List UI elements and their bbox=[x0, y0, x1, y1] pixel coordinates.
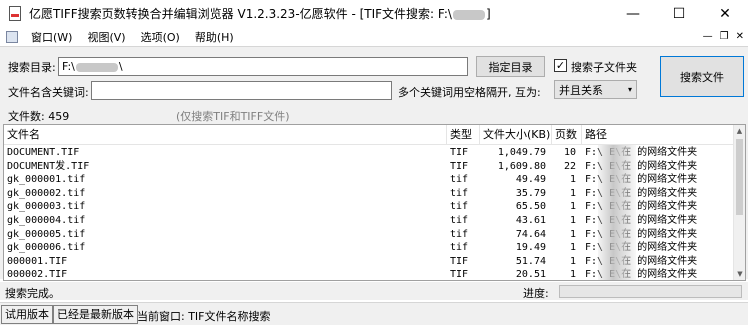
scroll-down-icon[interactable]: ▼ bbox=[734, 268, 745, 280]
redacted-path-blur bbox=[598, 145, 636, 280]
vertical-scrollbar[interactable]: ▲ ▼ bbox=[733, 125, 745, 280]
column-pages[interactable]: 页数 bbox=[552, 125, 582, 145]
cell-filename: gk_000005.tif bbox=[7, 228, 86, 240]
include-subfolders-checkbox[interactable]: ✓ bbox=[554, 59, 567, 72]
cell-filename: 000002.TIF bbox=[7, 269, 68, 281]
maximize-button[interactable]: ☐ bbox=[656, 0, 702, 27]
redacted-path-blur bbox=[452, 9, 485, 20]
column-type[interactable]: 类型 bbox=[447, 125, 480, 145]
cell-type: TIF bbox=[450, 255, 469, 267]
cell-type: tif bbox=[450, 174, 469, 186]
child-close-button[interactable]: ✕ bbox=[736, 27, 744, 46]
search-dir-value-suffix: \ bbox=[118, 60, 123, 73]
bottom-bar: 试用版本 已经是最新版本 当前窗口: TIF文件名称搜索 bbox=[0, 302, 748, 325]
column-path[interactable]: 路径 bbox=[582, 125, 734, 145]
cell-type: TIF bbox=[450, 160, 469, 172]
keyword-label: 文件名含关键词: bbox=[8, 86, 89, 99]
cell-size: 51.74 bbox=[515, 255, 546, 267]
cell-filename: 000001.TIF bbox=[7, 255, 68, 267]
cell-size: 20.51 bbox=[515, 269, 546, 281]
redacted-dir-blur bbox=[75, 62, 118, 72]
keyword-input[interactable] bbox=[91, 81, 392, 100]
menu-options[interactable]: 选项(O) bbox=[139, 29, 182, 45]
file-count: 文件数: 459 bbox=[8, 110, 70, 123]
progress-bar bbox=[559, 285, 742, 298]
cell-pages: 1 bbox=[569, 174, 576, 186]
document-window-icon[interactable] bbox=[6, 30, 18, 43]
cell-size: 43.61 bbox=[515, 214, 546, 226]
keyword-hint: 多个关键词用空格隔开, 互为: bbox=[398, 86, 541, 99]
cell-type: tif bbox=[450, 201, 469, 213]
close-button[interactable]: ✕ bbox=[702, 0, 748, 27]
child-restore-button[interactable]: ❐ bbox=[720, 27, 729, 46]
child-minimize-button[interactable]: — bbox=[703, 27, 713, 46]
cell-filename: gk_000006.tif bbox=[7, 242, 86, 254]
chevron-down-icon: ▾ bbox=[627, 85, 632, 94]
cell-pages: 1 bbox=[569, 201, 576, 213]
cell-size: 19.49 bbox=[515, 242, 546, 254]
cell-type: tif bbox=[450, 242, 469, 254]
menu-bar: 窗口(W) 视图(V) 选项(O) 帮助(H) — ❐ ✕ bbox=[0, 27, 748, 46]
search-dir-label: 搜索目录: bbox=[8, 61, 56, 74]
cell-filename: DOCUMENT.TIF bbox=[7, 147, 80, 158]
progress-label: 进度: bbox=[523, 287, 549, 300]
cell-pages: 1 bbox=[569, 214, 576, 226]
cell-size: 35.79 bbox=[515, 187, 546, 199]
results-table: 文件名 类型 文件大小(KB) 页数 路径 DOCUMENT.TIF TIF 1,0… bbox=[3, 124, 746, 281]
status-bar: 搜索完成。 进度: bbox=[0, 282, 748, 300]
relation-select-value: 并且关系 bbox=[559, 83, 603, 97]
cell-size: 1,609.80 bbox=[497, 160, 546, 172]
cell-filename: gk_000003.tif bbox=[7, 201, 86, 213]
cell-pages: 1 bbox=[569, 187, 576, 199]
window-title: 亿愿TIFF搜索页数转换合并编辑浏览器 V1.2.3.23-亿愿软件 - [TI… bbox=[29, 5, 491, 22]
table-header: 文件名 类型 文件大小(KB) 页数 路径 bbox=[4, 125, 734, 145]
cell-size: 1,049.79 bbox=[497, 147, 546, 158]
cell-size: 65.50 bbox=[515, 201, 546, 213]
cell-type: tif bbox=[450, 187, 469, 199]
choose-directory-button[interactable]: 指定目录 bbox=[476, 56, 545, 77]
current-window-label: 当前窗口: TIF文件名称搜索 bbox=[137, 310, 271, 323]
menu-window[interactable]: 窗口(W) bbox=[29, 29, 74, 45]
trial-version-button[interactable]: 试用版本 bbox=[1, 305, 53, 324]
title-bar: 亿愿TIFF搜索页数转换合并编辑浏览器 V1.2.3.23-亿愿软件 - [TI… bbox=[0, 0, 748, 27]
cell-pages: 1 bbox=[569, 228, 576, 240]
cell-pages: 10 bbox=[563, 147, 576, 158]
window-title-prefix: 亿愿TIFF搜索页数转换合并编辑浏览器 V1.2.3.23-亿愿软件 - [TI… bbox=[29, 7, 452, 21]
app-logo-icon bbox=[8, 5, 22, 22]
file-type-hint: (仅搜索TIF和TIFF文件) bbox=[176, 110, 290, 123]
search-files-button[interactable]: 搜索文件 bbox=[660, 56, 744, 97]
search-dir-input[interactable]: F:\ \ bbox=[58, 57, 468, 76]
cell-pages: 1 bbox=[569, 242, 576, 254]
cell-filename: gk_000001.tif bbox=[7, 174, 86, 186]
cell-size: 74.64 bbox=[515, 228, 546, 240]
scroll-up-icon[interactable]: ▲ bbox=[734, 125, 745, 137]
include-subfolders-label: 搜索子文件夹 bbox=[571, 61, 637, 74]
status-message: 搜索完成。 bbox=[5, 287, 60, 300]
cell-pages: 1 bbox=[569, 255, 576, 267]
menu-help[interactable]: 帮助(H) bbox=[193, 29, 236, 45]
cell-size: 49.49 bbox=[515, 174, 546, 186]
column-filename[interactable]: 文件名 bbox=[4, 125, 447, 145]
column-size[interactable]: 文件大小(KB) bbox=[480, 125, 552, 145]
cell-filename: DOCUMENT发.TIF bbox=[7, 160, 90, 172]
cell-filename: gk_000004.tif bbox=[7, 214, 86, 226]
cell-type: TIF bbox=[450, 269, 469, 281]
scrollbar-thumb[interactable] bbox=[736, 139, 743, 215]
window-title-suffix: ] bbox=[485, 7, 491, 21]
cell-type: TIF bbox=[450, 147, 469, 158]
search-dir-value: F:\ bbox=[62, 60, 75, 73]
cell-pages: 1 bbox=[569, 269, 576, 281]
cell-filename: gk_000002.tif bbox=[7, 187, 86, 199]
minimize-button[interactable]: — bbox=[610, 0, 656, 27]
cell-type: tif bbox=[450, 228, 469, 240]
menu-view[interactable]: 视图(V) bbox=[85, 29, 127, 45]
cell-pages: 22 bbox=[563, 160, 576, 172]
latest-version-button[interactable]: 已经是最新版本 bbox=[53, 305, 138, 324]
cell-type: tif bbox=[450, 214, 469, 226]
relation-select[interactable]: 并且关系 ▾ bbox=[554, 80, 637, 99]
